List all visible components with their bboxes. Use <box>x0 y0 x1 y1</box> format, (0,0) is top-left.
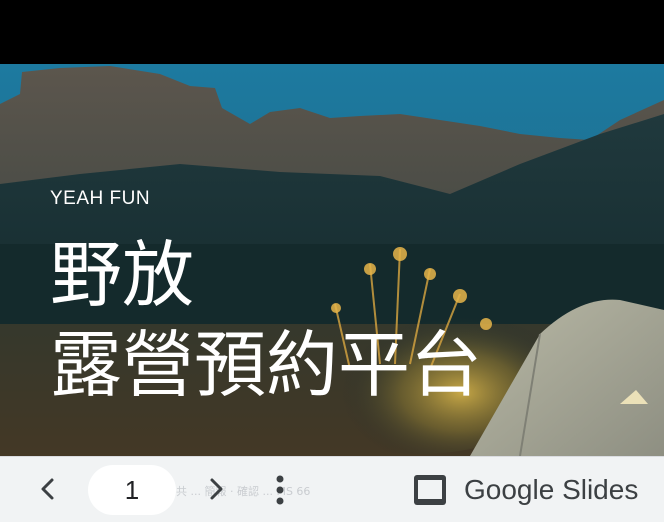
more-vert-icon <box>276 475 284 505</box>
chevron-right-icon <box>210 478 223 500</box>
chevron-left-icon <box>41 478 54 500</box>
slide-title: 野放 露營預約平台 <box>50 230 482 410</box>
google-slides-link[interactable]: Google Slides <box>412 469 638 511</box>
viewer-toolbar: 共 ... 簡報 · 確認 ... MS 66 1 Google Slides <box>0 456 664 522</box>
previous-slide-button[interactable] <box>30 471 66 507</box>
slide-title-line-1: 野放 <box>50 233 195 317</box>
page-number-field[interactable]: 1 <box>88 465 176 515</box>
more-options-button[interactable] <box>266 471 294 509</box>
top-black-bar <box>0 0 664 64</box>
slide-kicker: YEAH FUN <box>50 188 151 209</box>
slides-embed-viewer: YEAH FUN 野放 露營預約平台 共 ... 簡報 · 確認 ... MS … <box>0 0 664 522</box>
slide-title-line-2: 露營預約平台 <box>50 323 483 407</box>
brand-label: Google Slides <box>464 474 639 505</box>
slides-icon <box>414 475 446 505</box>
slide-canvas: YEAH FUN 野放 露營預約平台 <box>0 64 664 456</box>
next-slide-button[interactable] <box>198 471 234 507</box>
